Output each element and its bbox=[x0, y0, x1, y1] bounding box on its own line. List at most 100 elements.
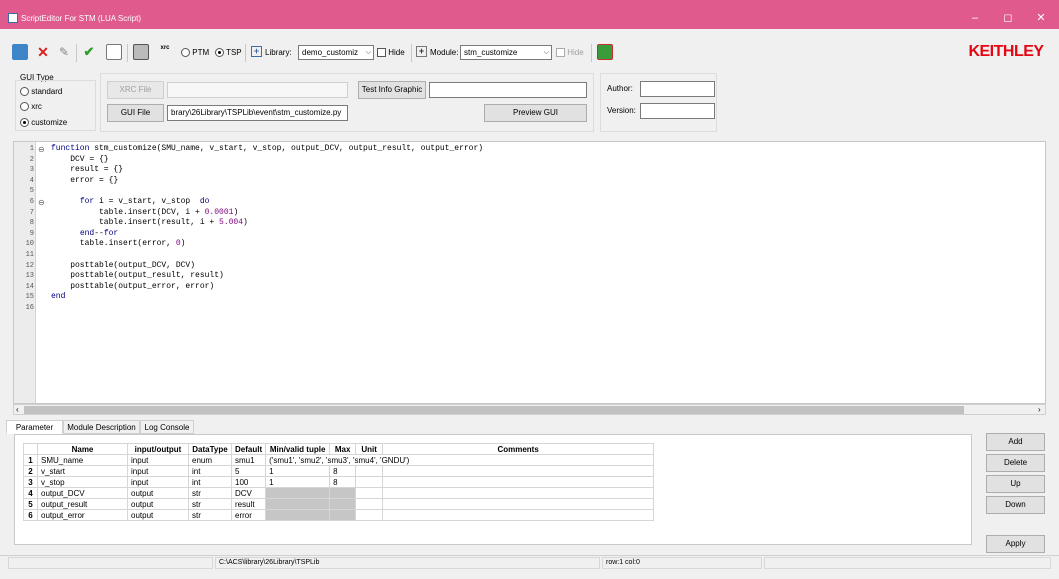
cell-name[interactable]: output_result bbox=[37, 498, 128, 510]
cell-io[interactable]: output bbox=[127, 509, 189, 521]
check-icon[interactable]: ✔ bbox=[81, 44, 97, 60]
module-hide-option[interactable]: Hide bbox=[556, 48, 584, 58]
scroll-right-icon[interactable]: › bbox=[1038, 405, 1041, 414]
cell-min[interactable] bbox=[265, 509, 331, 521]
cell-unit[interactable] bbox=[355, 498, 384, 510]
cell-default[interactable]: DCV bbox=[230, 487, 267, 499]
tab-parameter[interactable]: Parameter bbox=[6, 420, 63, 434]
library-hide-option[interactable]: Hide bbox=[377, 48, 405, 58]
code-line[interactable]: table.insert(DCV, i + 0.0001) bbox=[51, 208, 238, 217]
cell-name[interactable]: v_start bbox=[37, 465, 128, 477]
tools-icon[interactable]: ✎ bbox=[56, 44, 72, 60]
fold-toggle-icon[interactable]: ⊖ bbox=[38, 198, 45, 207]
apply-button[interactable]: Apply bbox=[986, 535, 1045, 553]
cell-max[interactable]: 8 bbox=[329, 476, 357, 488]
cell-type[interactable]: enum bbox=[188, 454, 232, 466]
table-row[interactable]: 6 output_error output str error bbox=[23, 509, 655, 521]
cell-type[interactable]: str bbox=[188, 487, 232, 499]
cell-max[interactable] bbox=[329, 509, 357, 521]
tab-log-console[interactable]: Log Console bbox=[140, 420, 194, 434]
cell-unit[interactable] bbox=[355, 476, 384, 488]
code-line[interactable]: posttable(output_DCV, DCV) bbox=[51, 261, 195, 270]
down-button[interactable]: Down bbox=[986, 496, 1045, 514]
module-select[interactable]: stm_customize ⌵ bbox=[460, 45, 552, 60]
add-module-button[interactable]: + bbox=[416, 46, 427, 57]
cell-default[interactable]: smu1 bbox=[230, 454, 267, 466]
gui-type-xrc[interactable]: xrc bbox=[20, 102, 42, 112]
preview-gui-button[interactable]: Preview GUI bbox=[484, 104, 587, 122]
add-button[interactable]: Add bbox=[986, 433, 1045, 451]
cell-min[interactable]: 1 bbox=[265, 465, 331, 477]
code-line[interactable]: table.insert(error, 0) bbox=[51, 239, 186, 248]
add-library-button[interactable]: + bbox=[251, 46, 262, 57]
cell-type[interactable]: int bbox=[188, 476, 232, 488]
tab-module-description[interactable]: Module Description bbox=[63, 420, 140, 434]
ptm-radio[interactable] bbox=[181, 48, 190, 58]
cell-min[interactable] bbox=[265, 487, 331, 499]
module-hide-checkbox[interactable] bbox=[556, 48, 565, 58]
xrc-file-field[interactable] bbox=[167, 82, 348, 98]
tsp-option[interactable]: TSP bbox=[215, 48, 242, 58]
close-button[interactable]: ✕ bbox=[1026, 10, 1056, 26]
cell-default[interactable]: result bbox=[230, 498, 267, 510]
code-line[interactable]: for i = v_start, v_stop do bbox=[51, 197, 210, 206]
version-field[interactable] bbox=[640, 103, 715, 119]
cell-max[interactable] bbox=[329, 487, 357, 499]
gui-file-button[interactable]: GUI File bbox=[107, 104, 164, 122]
test-info-graphic-button[interactable]: Test Info Graphic bbox=[358, 81, 426, 99]
author-field[interactable] bbox=[640, 81, 715, 97]
maximize-button[interactable]: ◻ bbox=[993, 10, 1023, 26]
code-line[interactable]: end bbox=[51, 292, 65, 301]
save-icon[interactable] bbox=[133, 44, 149, 60]
table-row[interactable]: 2 v_start input int 5 1 8 bbox=[23, 465, 655, 477]
xrc-icon[interactable]: xrc bbox=[157, 44, 173, 60]
cell-unit[interactable] bbox=[355, 465, 384, 477]
code-line[interactable]: table.insert(result, i + 5.004) bbox=[51, 218, 248, 227]
table-row[interactable]: 1 SMU_name input enum smu1 ('smu1', 'smu2', '… bbox=[23, 454, 655, 466]
cell-io[interactable]: output bbox=[127, 487, 189, 499]
cell-max[interactable]: 8 bbox=[329, 465, 357, 477]
col-datatype[interactable]: DataType bbox=[188, 443, 232, 455]
code-line[interactable]: end--for bbox=[51, 229, 118, 238]
cell-comments[interactable] bbox=[382, 465, 655, 477]
cell-default[interactable]: error bbox=[230, 509, 267, 521]
col-io[interactable]: input/output bbox=[127, 443, 189, 455]
col-min[interactable]: Min/valid tuple bbox=[265, 443, 331, 455]
table-row[interactable]: 3 v_stop input int 100 1 8 bbox=[23, 476, 655, 488]
row-number[interactable]: 5 bbox=[23, 498, 38, 510]
cell-comments[interactable] bbox=[382, 476, 655, 488]
row-number[interactable]: 4 bbox=[23, 487, 38, 499]
cell-type[interactable]: str bbox=[188, 498, 232, 510]
cell-io[interactable]: input bbox=[127, 454, 189, 466]
run-icon[interactable] bbox=[597, 44, 613, 60]
cell-name[interactable]: output_error bbox=[37, 509, 128, 521]
parameter-table[interactable]: Name input/output DataType Default Min/v… bbox=[23, 443, 655, 521]
cell-min[interactable]: ('smu1', 'smu2', 'smu3', 'smu4', 'GNDU') bbox=[265, 454, 655, 466]
library-hide-checkbox[interactable] bbox=[377, 48, 386, 58]
cell-io[interactable]: output bbox=[127, 498, 189, 510]
cell-min[interactable] bbox=[265, 498, 331, 510]
delete-icon[interactable]: ✕ bbox=[35, 44, 51, 60]
cell-io[interactable]: input bbox=[127, 476, 189, 488]
code-line[interactable]: posttable(output_result, result) bbox=[51, 271, 224, 280]
scroll-left-icon[interactable]: ‹ bbox=[16, 405, 19, 414]
cell-name[interactable]: output_DCV bbox=[37, 487, 128, 499]
code-line[interactable]: function stm_customize(SMU_name, v_start… bbox=[51, 144, 483, 153]
gui-type-customize[interactable]: customize bbox=[20, 118, 67, 128]
cell-name[interactable]: v_stop bbox=[37, 476, 128, 488]
col-max[interactable]: Max bbox=[329, 443, 357, 455]
up-button[interactable]: Up bbox=[986, 475, 1045, 493]
cell-type[interactable]: int bbox=[188, 465, 232, 477]
cell-max[interactable] bbox=[329, 498, 357, 510]
cell-unit[interactable] bbox=[355, 487, 384, 499]
col-name[interactable]: Name bbox=[37, 443, 128, 455]
delete-button[interactable]: Delete bbox=[986, 454, 1045, 472]
open-icon[interactable] bbox=[12, 44, 28, 60]
code-line[interactable]: error = {} bbox=[51, 176, 118, 185]
code-line[interactable]: DCV = {} bbox=[51, 155, 108, 164]
xrc-file-button[interactable]: XRC File bbox=[107, 81, 164, 99]
cell-type[interactable]: str bbox=[188, 509, 232, 521]
row-number[interactable]: 1 bbox=[23, 454, 38, 466]
new-file-icon[interactable] bbox=[106, 44, 122, 60]
row-number[interactable]: 2 bbox=[23, 465, 38, 477]
